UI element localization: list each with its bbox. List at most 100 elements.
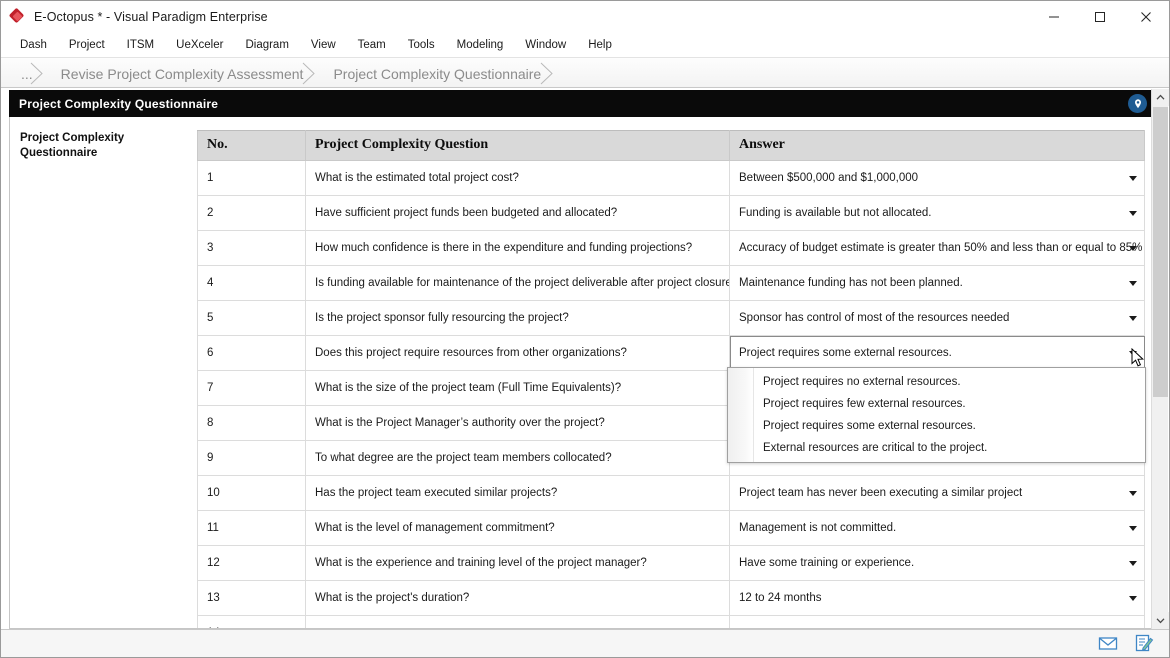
- chevron-down-icon[interactable]: [1129, 176, 1137, 181]
- title-bar: E-Octopus * - Visual Paradigm Enterprise: [1, 1, 1169, 32]
- menu-item-view[interactable]: View: [300, 35, 347, 55]
- menu-item-diagram[interactable]: Diagram: [234, 35, 299, 55]
- page-title: Project Complexity Questionnaire: [19, 97, 218, 111]
- vertical-scrollbar[interactable]: [1151, 89, 1168, 629]
- scrollbar-thumb[interactable]: [1153, 107, 1168, 397]
- cell-question: What is the experience and training leve…: [306, 546, 730, 581]
- minimize-icon[interactable]: [1031, 1, 1077, 32]
- chevron-down-icon[interactable]: [1152, 612, 1169, 629]
- table-row: 13 What is the project's duration? 12 to…: [198, 581, 1145, 616]
- maximize-icon[interactable]: [1077, 1, 1123, 32]
- cell-no: 11: [198, 511, 306, 546]
- breadcrumb-label: Project Complexity Questionnaire: [333, 66, 541, 82]
- cell-no: 8: [198, 406, 306, 441]
- chevron-down-icon[interactable]: [1129, 491, 1137, 496]
- menu-item-itsm[interactable]: ITSM: [116, 35, 165, 55]
- cell-no: 14: [198, 616, 306, 629]
- left-pane-title: Project Complexity Questionnaire: [10, 117, 160, 161]
- cell-no: 13: [198, 581, 306, 616]
- cell-question: How much confidence is there in the expe…: [306, 231, 730, 266]
- table-row: 4 Is funding available for maintenance o…: [198, 266, 1145, 301]
- cell-no: 9: [198, 441, 306, 476]
- chevron-right-icon: [299, 62, 321, 85]
- cell-question: What is the estimated total project cost…: [306, 161, 730, 196]
- breadcrumb-item-questionnaire[interactable]: Project Complexity Questionnaire: [321, 59, 559, 88]
- answer-dropdown-14[interactable]: [730, 616, 1145, 629]
- chevron-down-icon[interactable]: [1129, 211, 1137, 216]
- answer-dropdown-10[interactable]: Project team has never been executing a …: [730, 476, 1145, 511]
- status-bar: [1, 629, 1169, 657]
- answer-dropdown-2[interactable]: Funding is available but not allocated.: [730, 196, 1145, 231]
- column-header-no: No.: [198, 131, 306, 161]
- cell-no: 1: [198, 161, 306, 196]
- left-navigation-pane: Project Complexity Questionnaire: [10, 117, 197, 628]
- cell-question: What is the level of management commitme…: [306, 511, 730, 546]
- answer-dropdown-3[interactable]: Accuracy of budget estimate is greater t…: [730, 231, 1145, 266]
- menu-bar: Dash Project ITSM UeXceler Diagram View …: [1, 32, 1169, 57]
- cell-no: 3: [198, 231, 306, 266]
- menu-item-tools[interactable]: Tools: [397, 35, 446, 55]
- answer-value: Project team has never been executing a …: [739, 487, 1022, 499]
- column-header-question: Project Complexity Question: [306, 131, 730, 161]
- answer-dropdown-5[interactable]: Sponsor has control of most of the resou…: [730, 301, 1145, 336]
- table-row: 11 What is the level of management commi…: [198, 511, 1145, 546]
- cell-no: 6: [198, 336, 306, 371]
- cell-question: Have sufficient project funds been budge…: [306, 196, 730, 231]
- chevron-down-icon[interactable]: [1129, 281, 1137, 286]
- answer-dropdown-12[interactable]: Have some training or experience.: [730, 546, 1145, 581]
- menu-item-window[interactable]: Window: [514, 35, 577, 55]
- table-header-row: No. Project Complexity Question Answer: [198, 131, 1145, 161]
- edit-note-icon[interactable]: [1133, 633, 1155, 653]
- close-icon[interactable]: [1123, 1, 1169, 32]
- menu-item-modeling[interactable]: Modeling: [446, 35, 515, 55]
- menu-item-uexceler[interactable]: UeXceler: [165, 35, 234, 55]
- answer-value: Management is not committed.: [739, 522, 896, 534]
- cell-question: Has the project team executed similar pr…: [306, 476, 730, 511]
- menu-item-help[interactable]: Help: [577, 35, 623, 55]
- dropdown-gutter: [728, 368, 754, 462]
- table-row: 1 What is the estimated total project co…: [198, 161, 1145, 196]
- menu-item-project[interactable]: Project: [58, 35, 116, 55]
- cell-question: Is funding available for maintenance of …: [306, 266, 730, 301]
- chevron-down-icon[interactable]: [1129, 351, 1137, 356]
- dropdown-option-few-external[interactable]: Project requires few external resources.: [754, 393, 1145, 415]
- answer-value: Funding is available but not allocated.: [739, 207, 931, 219]
- breadcrumb-item-revise-assessment[interactable]: Revise Project Complexity Assessment: [49, 59, 322, 88]
- breadcrumb-item-ellipsis[interactable]: ...: [11, 59, 49, 88]
- table-row: 5 Is the project sponsor fully resourcin…: [198, 301, 1145, 336]
- table-row: 3 How much confidence is there in the ex…: [198, 231, 1145, 266]
- menu-item-dash[interactable]: Dash: [9, 35, 58, 55]
- chevron-down-icon[interactable]: [1129, 316, 1137, 321]
- window-title: E-Octopus * - Visual Paradigm Enterprise: [34, 10, 268, 24]
- cell-question: What is the Project Manager’s authority …: [306, 406, 730, 441]
- chevron-down-icon[interactable]: [1129, 596, 1137, 601]
- dropdown-option-no-external[interactable]: Project requires no external resources.: [754, 371, 1145, 393]
- answer-value: 12 to 24 months: [739, 592, 821, 604]
- menu-item-team[interactable]: Team: [347, 35, 397, 55]
- status-bar-icons: [1097, 633, 1155, 653]
- table-row: 2 Have sufficient project funds been bud…: [198, 196, 1145, 231]
- chevron-up-icon[interactable]: [1152, 89, 1169, 106]
- chevron-down-icon[interactable]: [1129, 561, 1137, 566]
- location-pin-icon[interactable]: [1128, 94, 1147, 113]
- answer-dropdown-menu[interactable]: Project requires no external resources. …: [727, 367, 1146, 463]
- answer-dropdown-11[interactable]: Management is not committed.: [730, 511, 1145, 546]
- cell-question: [306, 616, 730, 629]
- answer-dropdown-4[interactable]: Maintenance funding has not been planned…: [730, 266, 1145, 301]
- answer-value: Project requires some external resources…: [739, 347, 952, 359]
- answer-value: Between $500,000 and $1,000,000: [739, 172, 918, 184]
- dropdown-option-some-external[interactable]: Project requires some external resources…: [754, 415, 1145, 437]
- breadcrumb-bar: ... Revise Project Complexity Assessment…: [1, 57, 1169, 88]
- application-window: E-Octopus * - Visual Paradigm Enterprise…: [0, 0, 1170, 658]
- answer-value: Have some training or experience.: [739, 557, 914, 569]
- dropdown-option-critical-external[interactable]: External resources are critical to the p…: [754, 437, 1145, 459]
- chevron-down-icon[interactable]: [1129, 246, 1137, 251]
- chevron-down-icon[interactable]: [1129, 526, 1137, 531]
- answer-dropdown-13[interactable]: 12 to 24 months: [730, 581, 1145, 616]
- answer-value: Maintenance funding has not been planned…: [739, 277, 963, 289]
- cell-no: 5: [198, 301, 306, 336]
- answer-dropdown-1[interactable]: Between $500,000 and $1,000,000: [730, 161, 1145, 196]
- table-row: 6 Does this project require resources fr…: [198, 336, 1145, 371]
- answer-dropdown-6[interactable]: Project requires some external resources…: [730, 336, 1145, 371]
- mail-icon[interactable]: [1097, 633, 1119, 653]
